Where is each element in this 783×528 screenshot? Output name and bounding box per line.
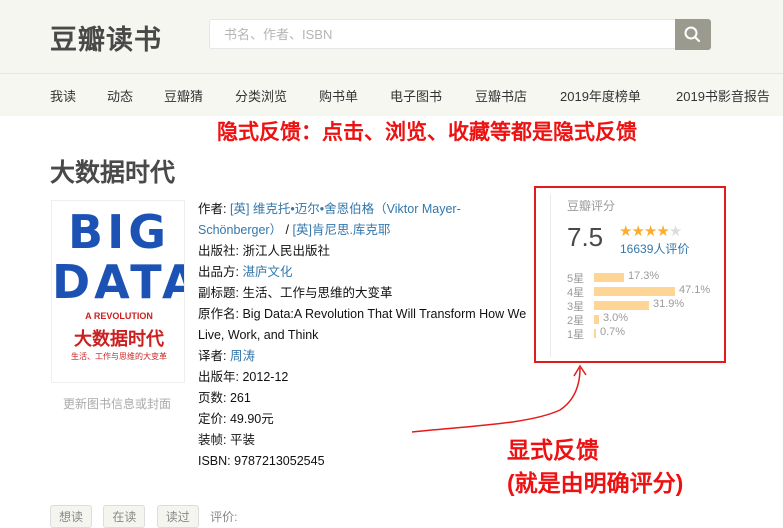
read-button[interactable]: 读过: [156, 505, 199, 528]
explicit-line-2: (就是由明确评分): [507, 470, 684, 496]
explicit-line-1: 显式反馈: [507, 437, 599, 463]
explicit-feedback-annotation: 显式反馈 (就是由明确评分): [507, 434, 683, 500]
action-bar: 想读 在读 读过 评价:: [50, 505, 237, 528]
reading-button[interactable]: 在读: [103, 505, 146, 528]
want-read-button[interactable]: 想读: [50, 505, 93, 528]
rate-label: 评价:: [210, 510, 238, 524]
